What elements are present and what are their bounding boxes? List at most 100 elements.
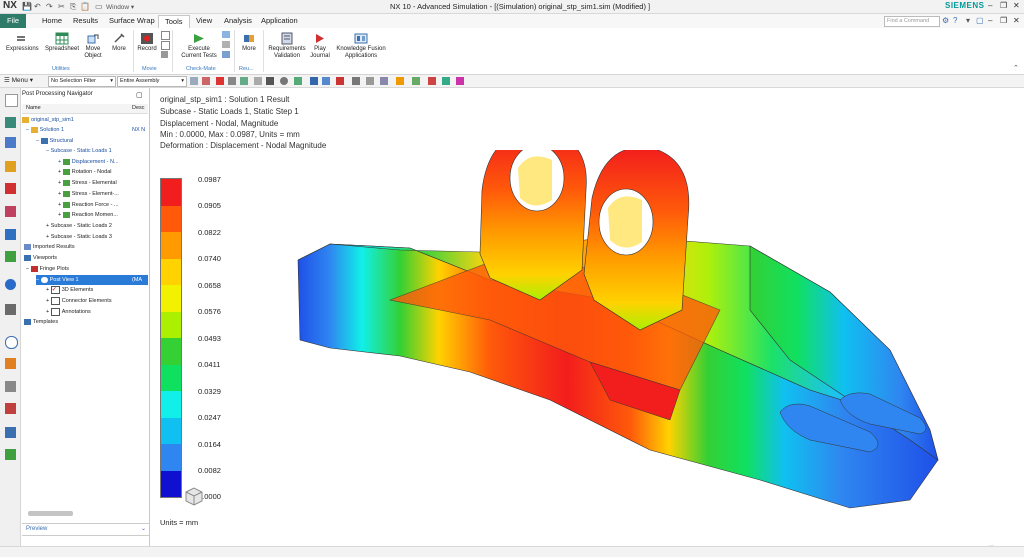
- view-icon[interactable]: [310, 77, 318, 85]
- measure-icon[interactable]: [428, 77, 436, 85]
- analysis-icon[interactable]: [442, 77, 450, 85]
- navigator-pin-icon[interactable]: ▢: [136, 91, 143, 99]
- find-command-input[interactable]: Find a Command: [884, 16, 940, 27]
- part-navigator-icon[interactable]: [5, 94, 18, 107]
- collapse-ribbon-icon[interactable]: ⌃: [1013, 64, 1019, 72]
- cut-icon[interactable]: ✂: [58, 2, 65, 11]
- result-icon[interactable]: [456, 77, 464, 85]
- tree-node-templates[interactable]: Templates: [24, 317, 58, 327]
- record-button[interactable]: Record: [136, 32, 158, 53]
- tab-tools[interactable]: Tools: [158, 15, 190, 28]
- display-icon[interactable]: [366, 77, 374, 85]
- spreadsheet-button[interactable]: Spreadsheet: [44, 32, 80, 53]
- tab-file[interactable]: File: [0, 14, 26, 28]
- tree-node-displacement[interactable]: + Displacement - N...: [58, 157, 119, 167]
- tree-node-rotation[interactable]: + Rotation - Nodal: [58, 167, 112, 177]
- utilities-more-button[interactable]: More: [108, 32, 130, 53]
- check-mate-icon-2[interactable]: [222, 41, 230, 48]
- body-icon[interactable]: [254, 77, 262, 85]
- doc-close-button[interactable]: ✕: [1013, 16, 1020, 25]
- check-mate-icon-3[interactable]: [222, 51, 230, 58]
- save-icon[interactable]: 💾: [22, 2, 32, 11]
- constraint-navigator-icon[interactable]: [5, 161, 16, 172]
- post-processing-navigator-icon[interactable]: [5, 183, 16, 194]
- filter-icon[interactable]: [228, 77, 236, 85]
- tree-node-viewports[interactable]: Viewports: [24, 253, 57, 263]
- copy-icon[interactable]: ⎘: [70, 2, 76, 12]
- palette-icon[interactable]: [5, 403, 16, 414]
- selection-filter-dropdown[interactable]: No Selection Filter ▾: [48, 76, 116, 87]
- tree-node-connector-elements[interactable]: + Connector Elements: [46, 296, 112, 306]
- section-icon[interactable]: [336, 77, 344, 85]
- tree-node-annotations[interactable]: + Annotations: [46, 307, 91, 317]
- tree-node-post-view-1[interactable]: – Post View 1 (MA: [36, 275, 148, 285]
- fit-icon[interactable]: [352, 77, 360, 85]
- close-button[interactable]: ✕: [1013, 1, 1020, 10]
- color-icon[interactable]: [396, 77, 404, 85]
- tab-surface-wrap[interactable]: Surface Wrap: [103, 15, 161, 27]
- move-object-button[interactable]: Move Object: [82, 32, 104, 60]
- tree-node-3d-elements[interactable]: + ✓ 3D Elements: [46, 285, 93, 295]
- window-icon[interactable]: ▢: [976, 16, 984, 25]
- reuse-more-button[interactable]: More: [238, 32, 260, 53]
- requirements-validation-button[interactable]: Requirements Validation: [266, 32, 308, 60]
- reuse-library-side-icon[interactable]: [5, 358, 16, 369]
- restore-button[interactable]: ❐: [1000, 1, 1007, 10]
- tree-node-reaction-moment[interactable]: + Reaction Momen...: [58, 210, 118, 220]
- undo-icon[interactable]: ↶: [34, 2, 41, 11]
- point-icon[interactable]: [216, 77, 224, 85]
- ribbon-dropdown-icon[interactable]: ▾: [966, 16, 970, 25]
- tree-node-subcase-1[interactable]: – Subcase - Static Loads 1: [46, 146, 112, 156]
- roles-icon[interactable]: [5, 251, 16, 262]
- camera-icon[interactable]: [280, 77, 288, 85]
- doc-minimize-button[interactable]: –: [988, 16, 992, 25]
- assembly-navigator-icon[interactable]: [5, 137, 16, 148]
- column-desc[interactable]: Desc: [132, 104, 145, 113]
- play-journal-button[interactable]: Play Journal: [308, 32, 332, 60]
- tree-node-fringe-plots[interactable]: – Fringe Plots: [26, 264, 69, 274]
- web-browser-icon[interactable]: [5, 279, 16, 290]
- window-menu[interactable]: Window ▾: [106, 3, 134, 11]
- settings-icon[interactable]: ⚙: [942, 16, 949, 25]
- movie-stop-icon[interactable]: [161, 41, 170, 50]
- tree-node-solution-1[interactable]: – Solution 1 NX N: [26, 125, 148, 135]
- tree-node-stress-elemental[interactable]: + Stress - Elemental: [58, 178, 117, 188]
- paste-icon[interactable]: 📋: [80, 2, 90, 11]
- history-icon[interactable]: [5, 304, 16, 315]
- tree-node-subcase-2[interactable]: + Subcase - Static Loads 2: [46, 221, 112, 231]
- tree-node-reaction-force[interactable]: + Reaction Force - ...: [58, 200, 119, 210]
- checkbox-checked-icon[interactable]: ✓: [50, 285, 60, 294]
- redo-icon[interactable]: ↷: [46, 2, 53, 11]
- assembly-scope-dropdown[interactable]: Entire Assembly ▾: [117, 76, 187, 87]
- execute-current-tests-button[interactable]: Execute Current Tests: [178, 32, 220, 60]
- orient-icon[interactable]: [322, 77, 330, 85]
- tab-view[interactable]: View: [190, 15, 218, 27]
- help-icon[interactable]: ?: [953, 16, 957, 25]
- column-name[interactable]: Name: [26, 104, 41, 113]
- tree-node-imported-results[interactable]: Imported Results: [24, 242, 75, 252]
- tab-application[interactable]: Application: [255, 15, 304, 27]
- minimize-button[interactable]: –: [988, 1, 992, 10]
- snap-icon[interactable]: [190, 77, 198, 85]
- tab-analysis[interactable]: Analysis: [218, 15, 258, 27]
- tree-node-structural[interactable]: – Structural: [36, 136, 73, 146]
- knowledge-fusion-applications-button[interactable]: Knowledge Fusion Applications: [334, 32, 388, 60]
- tab-results[interactable]: Results: [67, 15, 104, 27]
- document-icon[interactable]: [5, 427, 16, 438]
- simulation-navigator-icon[interactable]: [5, 117, 16, 128]
- checkbox-icon[interactable]: [50, 296, 60, 305]
- mesh-icon[interactable]: [5, 229, 16, 240]
- preview-panel-header[interactable]: Preview ⌄: [22, 523, 150, 536]
- load-icon[interactable]: [5, 206, 16, 217]
- doc-restore-button[interactable]: ❐: [1000, 16, 1007, 25]
- face-icon[interactable]: [240, 77, 248, 85]
- tab-home[interactable]: Home: [36, 15, 68, 27]
- tree-node-stress-element-nodal[interactable]: + Stress - Element-...: [58, 189, 119, 199]
- grid-icon[interactable]: [380, 77, 388, 85]
- clock-icon[interactable]: [5, 336, 18, 349]
- render-icon[interactable]: [294, 77, 302, 85]
- expressions-button[interactable]: Expressions: [6, 32, 39, 53]
- checkbox-icon[interactable]: [50, 307, 60, 316]
- tree-node-subcase-3[interactable]: + Subcase - Static Loads 3: [46, 232, 112, 242]
- layer-icon[interactable]: [412, 77, 420, 85]
